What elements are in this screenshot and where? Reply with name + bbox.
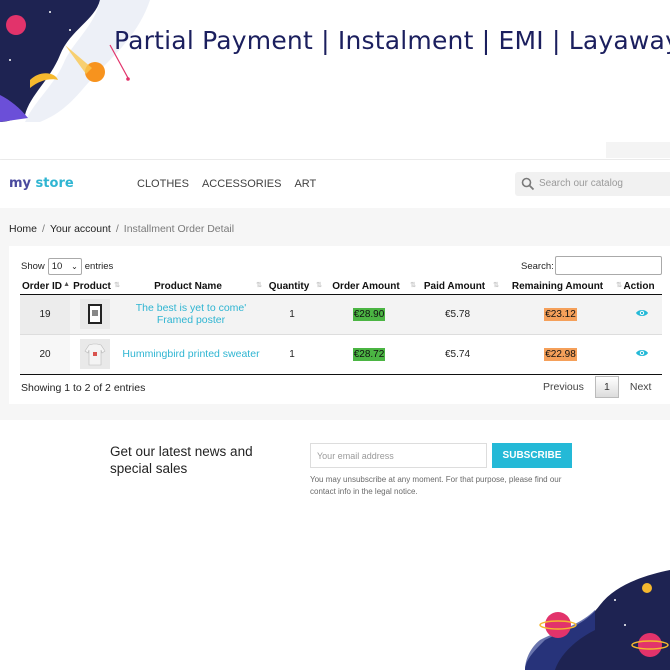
- store-logo[interactable]: my store: [9, 176, 74, 191]
- poster-thumbnail[interactable]: [80, 299, 110, 329]
- page-button-1[interactable]: 1: [594, 376, 619, 398]
- remaining-amount-badge: €23.12: [544, 307, 577, 321]
- order-amount-badge: €28.90: [352, 307, 386, 321]
- col-order-amount[interactable]: Order Amount ⇅: [322, 280, 416, 295]
- action-cell: [622, 334, 662, 375]
- table-info: Showing 1 to 2 of 2 entries: [21, 382, 146, 394]
- product-link[interactable]: Hummingbird printed sweater: [122, 348, 259, 360]
- entries-select[interactable]: 10 ⌄: [47, 258, 82, 275]
- product-name-cell[interactable]: Hummingbird printed sweater: [120, 334, 262, 375]
- col-remaining-amount[interactable]: Remaining Amount ⇅: [499, 280, 622, 295]
- nav-item-art[interactable]: ART: [294, 178, 316, 190]
- pagination: Previous 1 Next: [543, 376, 651, 398]
- product-thumb-cell[interactable]: [70, 294, 120, 335]
- breadcrumb-current: Installment Order Detail: [123, 223, 235, 235]
- search-placeholder: Search our catalog: [539, 178, 623, 189]
- breadcrumb-account[interactable]: Your account: [50, 223, 111, 235]
- table-search-label: Search:: [521, 261, 554, 272]
- remaining-amount-badge: €22.98: [544, 347, 577, 361]
- breadcrumb-home[interactable]: Home: [9, 223, 37, 235]
- cart-pill[interactable]: [606, 142, 670, 158]
- action-cell: [622, 294, 662, 335]
- installment-orders-table: Order ID ▲ Product ⇅ Product Name ⇅ Quantit…: [20, 280, 662, 375]
- remaining-amount-cell: €22.98: [499, 334, 622, 375]
- space-illustration-bottom: [525, 570, 670, 670]
- newsletter-title: Get our latest news and special sales: [110, 444, 253, 476]
- search-icon: [521, 177, 535, 191]
- previous-button[interactable]: Previous: [543, 381, 584, 393]
- col-product[interactable]: Product ⇅: [70, 280, 120, 295]
- orders-panel: Show 10 ⌄ entries Search: Order ID ▲ Produ…: [9, 246, 670, 404]
- table-search-input[interactable]: [555, 256, 662, 275]
- col-product-name[interactable]: Product Name ⇅: [120, 280, 262, 295]
- banner-title: Partial Payment | Instalment | EMI | Lay…: [114, 26, 670, 55]
- main-content: Home / Your account / Installment Order Deta…: [0, 208, 670, 420]
- nav-item-clothes[interactable]: CLOTHES: [137, 178, 189, 190]
- order-id-cell: 20: [20, 334, 70, 375]
- eye-icon[interactable]: [635, 348, 649, 358]
- order-amount-cell: €28.90: [322, 294, 416, 335]
- quantity-cell: 1: [262, 294, 322, 335]
- paid-amount-cell: €5.74: [416, 334, 499, 375]
- product-name-cell[interactable]: The best is yet to come' Framed poster: [120, 294, 262, 335]
- table-row: 19 The best is yet to come' Framed poste…: [20, 294, 662, 335]
- order-amount-cell: €28.72: [322, 334, 416, 375]
- header-nav-strip: [0, 140, 670, 160]
- order-amount-badge: €28.72: [352, 347, 386, 361]
- col-action: Action: [622, 280, 662, 295]
- store-header: my store CLOTHES ACCESSORIES ART Search …: [0, 160, 670, 208]
- sweater-thumbnail[interactable]: [80, 339, 110, 369]
- newsletter-note: You may unsubscribe at any moment. For t…: [310, 475, 562, 496]
- table-row: 20 Hummingbird printed sweater 1 €28.72 …: [20, 334, 662, 375]
- col-order-id[interactable]: Order ID ▲: [20, 280, 70, 295]
- paid-amount-cell: €5.78: [416, 294, 499, 335]
- search-input[interactable]: Search our catalog: [515, 172, 670, 196]
- entries-length: Show 10 ⌄ entries: [21, 258, 113, 275]
- col-quantity[interactable]: Quantity ⇅: [262, 280, 322, 295]
- nav-item-accessories[interactable]: ACCESSORIES: [202, 178, 281, 190]
- breadcrumb: Home / Your account / Installment Order Deta…: [9, 223, 235, 235]
- space-illustration-top: [0, 0, 150, 122]
- product-thumb-cell[interactable]: [70, 334, 120, 375]
- main-nav: CLOTHES ACCESSORIES ART: [137, 178, 316, 190]
- subscribe-button[interactable]: SUBSCRIBE: [492, 443, 572, 468]
- remaining-amount-cell: €23.12: [499, 294, 622, 335]
- order-id-cell: 19: [20, 294, 70, 335]
- next-button[interactable]: Next: [630, 381, 652, 393]
- eye-icon[interactable]: [635, 308, 649, 318]
- chevron-down-icon: ⌄: [71, 262, 78, 271]
- col-paid-amount[interactable]: Paid Amount ⇅: [416, 280, 499, 295]
- product-link[interactable]: The best is yet to come' Framed poster: [136, 302, 247, 326]
- email-field[interactable]: Your email address: [310, 443, 487, 468]
- quantity-cell: 1: [262, 334, 322, 375]
